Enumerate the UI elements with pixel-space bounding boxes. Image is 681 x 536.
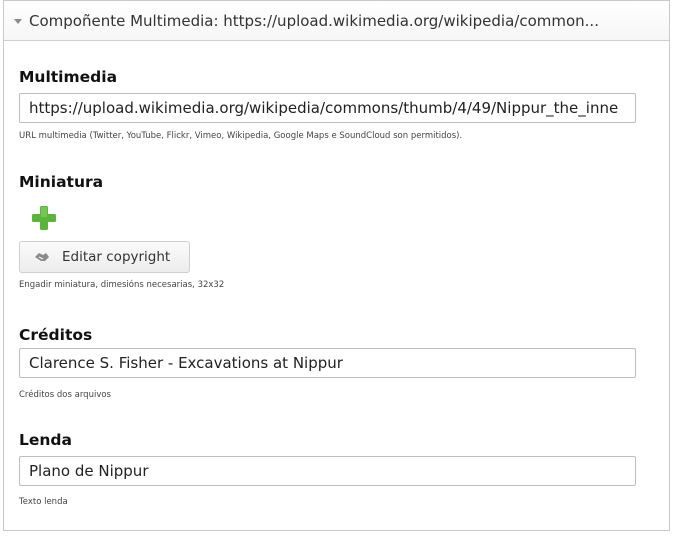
thumbnail-label: Miniatura	[19, 173, 104, 191]
edit-copyright-button[interactable]: Editar copyright	[19, 241, 190, 273]
multimedia-component-panel: Compoñente Multimedia: https://upload.wi…	[3, 0, 670, 531]
credits-label: Créditos	[19, 326, 93, 344]
panel-title: Compoñente Multimedia: https://upload.wi…	[29, 11, 599, 30]
edit-copyright-label: Editar copyright	[62, 249, 171, 265]
multimedia-help-text: URL multimedia (Twitter, YouTube, Flickr…	[19, 131, 463, 141]
handshake-icon	[35, 253, 49, 261]
collapse-caret-icon[interactable]	[14, 18, 22, 24]
plus-icon[interactable]	[29, 203, 59, 233]
credits-input[interactable]	[19, 348, 636, 378]
caption-label: Lenda	[19, 431, 72, 449]
thumbnail-help-text: Engadir miniatura, dimesións necesarias,…	[19, 280, 225, 290]
caption-input[interactable]	[19, 456, 636, 486]
multimedia-label: Multimedia	[19, 68, 118, 86]
credits-help-text: Créditos dos arquivos	[19, 390, 111, 400]
caption-help-text: Texto lenda	[19, 497, 68, 507]
multimedia-url-input[interactable]	[19, 93, 636, 123]
panel-header[interactable]: Compoñente Multimedia: https://upload.wi…	[4, 1, 669, 41]
